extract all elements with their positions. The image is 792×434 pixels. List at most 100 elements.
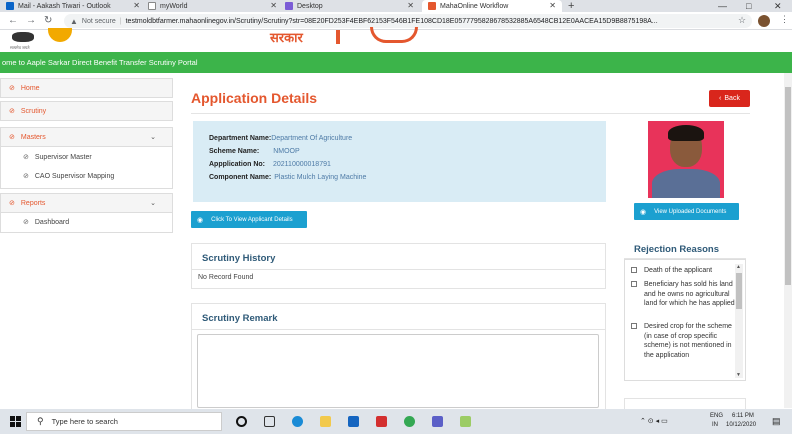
department-label: Department Name: <box>209 135 272 142</box>
address-bar[interactable]: ▲ Not secure | testmoldbtfarmer.mahaonli… <box>64 14 752 28</box>
sidebar-item-label: Dashboard <box>34 218 70 226</box>
page-title: Application Details <box>191 90 318 106</box>
search-placeholder: Type here to search <box>51 417 118 426</box>
sidebar-item-masters[interactable]: ⊘ Masters ⌄ <box>0 127 173 147</box>
app-icon[interactable] <box>460 416 471 427</box>
checkbox[interactable] <box>631 267 637 273</box>
sidebar-item-reports[interactable]: ⊘ Reports ⌄ <box>0 193 173 213</box>
reload-icon[interactable]: ↻ <box>44 14 52 28</box>
sidebar-item-label: Scrutiny <box>20 107 47 115</box>
rejection-reasons-list[interactable]: Death of the applicant Beneficiary has s… <box>624 259 746 381</box>
scrutiny-history-title: Scrutiny History <box>202 253 276 264</box>
application-info-box: Department Name:Department Of Agricultur… <box>193 121 606 202</box>
view-uploaded-documents-button[interactable]: ◉ View Uploaded Documents <box>634 203 739 220</box>
sidebar-item-supervisor-master[interactable]: ⊘ Supervisor Master <box>23 153 92 162</box>
masters-submenu: ⊘ Supervisor Master ⊘ CAO Supervisor Map… <box>0 147 173 189</box>
button-label: Click To View Applicant Details <box>211 216 293 223</box>
file-explorer-icon[interactable] <box>320 416 331 427</box>
mahaonline-icon <box>428 2 436 10</box>
rejection-reasons-title: Rejection Reasons <box>634 244 719 255</box>
banner-text: ome to Aaple Sarkar Direct Benefit Trans… <box>2 58 198 67</box>
scrollbar-thumb[interactable] <box>736 273 742 309</box>
page-scrollbar[interactable] <box>784 73 792 408</box>
back-button-label: Back <box>724 95 740 102</box>
divider <box>191 113 750 114</box>
scrutiny-remark-textarea[interactable] <box>197 334 599 408</box>
new-tab-button[interactable]: + <box>568 0 574 12</box>
button-label: View Uploaded Documents <box>654 208 727 215</box>
scroll-down-icon[interactable]: ▼ <box>736 372 741 378</box>
bookmark-star-icon[interactable]: ☆ <box>738 15 746 26</box>
aaple-sarkar-logo-text: सरकार <box>270 30 303 45</box>
tab-desktop[interactable]: Desktop ✕ <box>285 0 420 12</box>
mcafee-icon[interactable] <box>376 416 387 427</box>
clock-time[interactable]: 6:11 PM <box>732 413 754 419</box>
divider <box>192 329 605 330</box>
component-label: Component Name: <box>209 174 272 181</box>
sidebar-item-home[interactable]: ⊘ Home <box>0 78 173 98</box>
tab-label: Desktop <box>297 2 323 10</box>
forward-arrow-icon[interactable]: → <box>26 14 36 28</box>
back-button[interactable]: ‹ Back <box>709 90 750 107</box>
close-icon[interactable]: ✕ <box>407 0 414 12</box>
cortana-icon[interactable] <box>236 416 247 427</box>
scrollbar-thumb[interactable] <box>785 87 791 285</box>
list-scrollbar[interactable]: ▲ ▼ <box>735 264 743 378</box>
checkbox[interactable] <box>631 323 637 329</box>
region-indicator[interactable]: IN <box>712 422 718 428</box>
scrutiny-remark-panel: Scrutiny Remark <box>191 303 606 413</box>
tab-label: Mail - Aakash Tiwari - Outlook <box>18 2 111 10</box>
tab-mahaonline[interactable]: MahaOnline Workflow ✕ <box>422 0 562 12</box>
browser-menu-icon[interactable]: ⋮ <box>780 14 789 25</box>
language-indicator[interactable]: ENG <box>710 413 723 419</box>
edge-icon[interactable] <box>292 416 303 427</box>
link-icon: ⊘ <box>9 134 15 141</box>
checkbox[interactable] <box>631 281 637 287</box>
scheme-row: Scheme Name: NMOOP <box>209 148 300 155</box>
teams-icon[interactable] <box>432 416 443 427</box>
application-row: Appplication No: 202110000018791 <box>209 161 331 168</box>
eye-icon: ◉ <box>197 216 204 224</box>
chrome-icon[interactable] <box>404 416 415 427</box>
scroll-up-icon[interactable]: ▲ <box>736 264 741 270</box>
link-icon: ⊘ <box>23 173 29 180</box>
profile-avatar[interactable] <box>758 15 770 27</box>
link-icon: ⊘ <box>23 219 29 226</box>
windows-start-icon[interactable] <box>10 416 21 427</box>
close-icon[interactable]: ✕ <box>270 0 277 12</box>
view-applicant-details-button[interactable]: ◉ Click To View Applicant Details <box>191 211 307 228</box>
rejection-reason-item[interactable]: Death of the applicant <box>631 266 736 276</box>
eye-icon: ◉ <box>640 208 647 216</box>
welcome-banner: ome to Aaple Sarkar Direct Benefit Trans… <box>0 52 792 73</box>
rejection-reason-item[interactable]: Desired crop for the scheme (in case of … <box>631 322 736 360</box>
browser-tab-strip: Mail - Aakash Tiwari - Outlook ✕ myWorld… <box>0 0 792 12</box>
applicant-photo <box>648 121 724 198</box>
sidebar-item-scrutiny[interactable]: ⊘ Scrutiny <box>0 101 173 121</box>
mail-icon[interactable] <box>348 416 359 427</box>
windows-taskbar: ⚲ Type here to search ⌃ ⊙ ◂ ▭ ENG IN 6:1… <box>0 409 792 434</box>
tab-outlook[interactable]: Mail - Aakash Tiwari - Outlook ✕ <box>6 0 146 12</box>
clock-date[interactable]: 10/12/2020 <box>726 422 756 428</box>
sidebar-item-dashboard[interactable]: ⊘ Dashboard <box>23 218 70 227</box>
window-close-button[interactable]: ✕ <box>774 0 782 12</box>
sidebar-item-label: Masters <box>20 133 46 141</box>
search-icon: ⚲ <box>37 416 44 426</box>
sidebar-item-label: Reports <box>20 199 46 207</box>
close-icon[interactable]: ✕ <box>549 0 556 12</box>
scheme-value: NMOOP <box>273 148 300 155</box>
notification-icon[interactable]: ▤ <box>772 416 781 427</box>
minimize-button[interactable]: — <box>718 0 727 12</box>
rejection-reason-item[interactable]: Beneficiary has sold his land and he own… <box>631 280 736 309</box>
maximize-button[interactable]: □ <box>746 0 751 12</box>
task-view-icon[interactable] <box>264 416 275 427</box>
outlook-icon <box>6 2 14 10</box>
tab-myworld[interactable]: myWorld ✕ <box>148 0 283 12</box>
taskbar-search[interactable]: ⚲ Type here to search <box>26 412 222 431</box>
tray-icons[interactable]: ⌃ ⊙ ◂ ▭ <box>640 417 668 425</box>
url-text: testmoldbtfarmer.mahaonlinegov.in/Scruti… <box>125 17 658 25</box>
chevron-down-icon: ⌄ <box>150 134 156 141</box>
emblem-caption: सत्यमेव जयते <box>10 45 30 50</box>
back-arrow-icon[interactable]: ← <box>8 14 18 28</box>
sidebar-item-cao-supervisor-mapping[interactable]: ⊘ CAO Supervisor Mapping <box>23 172 114 181</box>
close-icon[interactable]: ✕ <box>133 0 140 12</box>
